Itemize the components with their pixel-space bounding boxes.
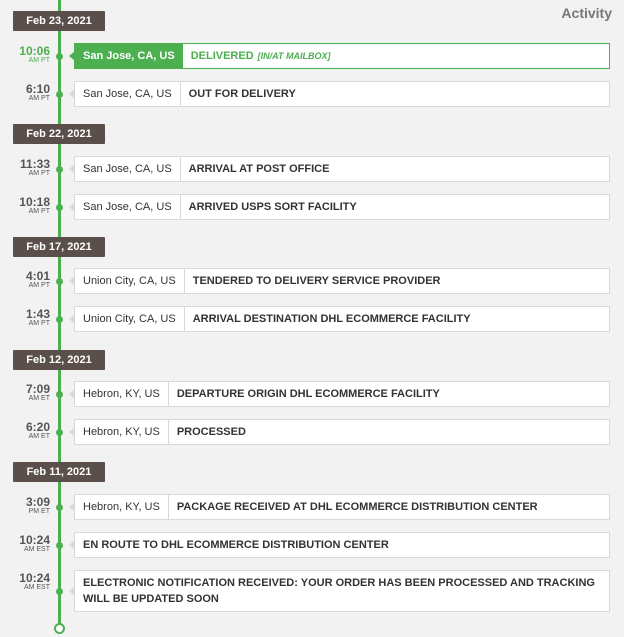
tracking-timeline: Activity Feb 23, 2021 10:06 AM PT San Jose,…	[0, 0, 624, 637]
event-timezone: AM ET	[28, 433, 50, 440]
event-status-text: ARRIVED USPS SORT FACILITY	[188, 201, 357, 213]
tracking-event-card[interactable]: San Jose, CA, US OUT FOR DELIVERY	[69, 81, 610, 107]
tracking-event-card[interactable]: ELECTRONIC NOTIFICATION RECEIVED: YOUR O…	[69, 570, 610, 612]
event-status: TENDERED TO DELIVERY SERVICE PROVIDER	[185, 269, 449, 293]
event-timezone: AM PT	[28, 57, 50, 64]
event-status: DEPARTURE ORIGIN DHL ECOMMERCE FACILITY	[169, 382, 448, 406]
event-status-text: EN ROUTE TO DHL ECOMMERCE DISTRIBUTION C…	[83, 539, 389, 551]
timeline-dot	[56, 391, 63, 398]
event-location: Union City, CA, US	[75, 307, 185, 331]
timeline-dot	[56, 316, 63, 323]
event-time-value: 10:24	[19, 533, 50, 547]
event-status-text: ARRIVAL AT POST OFFICE	[188, 163, 330, 175]
timeline-dot	[56, 53, 63, 60]
event-time-value: 1:43	[25, 307, 50, 321]
tracking-event-card[interactable]: San Jose, CA, US ARRIVED USPS SORT FACILI…	[69, 194, 610, 220]
event-time: 1:43 AM PT	[0, 308, 50, 328]
event-time: 10:24 AM EST	[0, 572, 50, 592]
event-time-value: 10:18	[19, 195, 50, 209]
event-timezone: AM PT	[28, 170, 50, 177]
event-timezone: AM EST	[23, 546, 50, 553]
event-status: ELECTRONIC NOTIFICATION RECEIVED: YOUR O…	[75, 571, 609, 611]
event-time-value: 10:24	[19, 571, 50, 585]
event-status-detail: [IN/AT MAILBOX]	[257, 51, 331, 61]
event-time-value: 6:20	[25, 420, 50, 434]
event-status: ARRIVAL DESTINATION DHL ECOMMERCE FACILI…	[185, 307, 479, 331]
event-location: San Jose, CA, US	[75, 195, 181, 219]
event-status-text: OUT FOR DELIVERY	[188, 88, 296, 100]
activity-heading: Activity	[561, 5, 612, 21]
event-timezone: AM PT	[28, 282, 50, 289]
tracking-event-card[interactable]: Hebron, KY, US PROCESSED	[69, 419, 610, 445]
event-location: Union City, CA, US	[75, 269, 185, 293]
event-time: 3:09 PM ET	[0, 496, 50, 516]
tracking-event-card[interactable]: Union City, CA, US ARRIVAL DESTINATION DH…	[69, 306, 610, 332]
event-time-value: 11:33	[19, 157, 50, 171]
event-status: ARRIVAL AT POST OFFICE	[181, 157, 338, 181]
event-time-value: 10:06	[19, 44, 50, 58]
tracking-event-card[interactable]: Hebron, KY, US PACKAGE RECEIVED AT DHL EC…	[69, 494, 610, 520]
event-time: 10:24 AM EST	[0, 534, 50, 554]
timeline-dot	[56, 429, 63, 436]
event-time: 10:06 AM PT	[0, 45, 50, 65]
event-status-text: PROCESSED	[176, 426, 246, 438]
timeline-dot	[56, 204, 63, 211]
tracking-event-card[interactable]: Hebron, KY, US DEPARTURE ORIGIN DHL ECOMM…	[69, 381, 610, 407]
date-badge: Feb 11, 2021	[13, 462, 105, 482]
tracking-event-card[interactable]: EN ROUTE TO DHL ECOMMERCE DISTRIBUTION C…	[69, 532, 610, 558]
event-time: 7:09 AM ET	[0, 383, 50, 403]
date-badge: Feb 23, 2021	[13, 11, 105, 31]
event-status-text: PACKAGE RECEIVED AT DHL ECOMMERCE DISTRI…	[176, 501, 538, 513]
timeline-dot	[56, 504, 63, 511]
event-location: San Jose, CA, US	[75, 82, 181, 106]
event-status-text: DELIVERED	[190, 50, 254, 62]
tracking-event-card[interactable]: San Jose, CA, US DELIVERED [IN/AT MAILBOX]	[69, 43, 610, 69]
event-time: 11:33 AM PT	[0, 158, 50, 178]
event-status: ARRIVED USPS SORT FACILITY	[181, 195, 365, 219]
event-status: PROCESSED	[169, 420, 254, 444]
tracking-event-card[interactable]: San Jose, CA, US ARRIVAL AT POST OFFICE	[69, 156, 610, 182]
event-timezone: AM EST	[23, 584, 50, 591]
event-location: Hebron, KY, US	[75, 382, 169, 406]
event-time-value: 3:09	[25, 495, 50, 509]
event-time-value: 4:01	[25, 269, 50, 283]
event-time-value: 6:10	[25, 82, 50, 96]
tracking-event-card[interactable]: Union City, CA, US TENDERED TO DELIVERY S…	[69, 268, 610, 294]
event-time: 4:01 AM PT	[0, 270, 50, 290]
event-timezone: PM ET	[28, 508, 50, 515]
timeline-dot	[56, 588, 63, 595]
event-location: Hebron, KY, US	[75, 420, 169, 444]
event-time: 10:18 AM PT	[0, 196, 50, 216]
timeline-dot	[56, 91, 63, 98]
event-status-text: DEPARTURE ORIGIN DHL ECOMMERCE FACILITY	[176, 388, 440, 400]
event-status: EN ROUTE TO DHL ECOMMERCE DISTRIBUTION C…	[75, 533, 397, 557]
event-timezone: AM PT	[28, 95, 50, 102]
date-badge: Feb 17, 2021	[13, 237, 105, 257]
event-status-text: ARRIVAL DESTINATION DHL ECOMMERCE FACILI…	[192, 313, 471, 325]
date-badge: Feb 22, 2021	[13, 124, 105, 144]
timeline-dot	[56, 542, 63, 549]
event-time: 6:20 AM ET	[0, 421, 50, 441]
event-timezone: AM PT	[28, 208, 50, 215]
date-badge: Feb 12, 2021	[13, 350, 105, 370]
event-location: San Jose, CA, US	[75, 44, 183, 68]
event-status-text: TENDERED TO DELIVERY SERVICE PROVIDER	[192, 275, 441, 287]
event-status: OUT FOR DELIVERY	[181, 82, 304, 106]
timeline-dot	[56, 278, 63, 285]
event-timezone: AM PT	[28, 320, 50, 327]
event-status: DELIVERED [IN/AT MAILBOX]	[183, 44, 339, 68]
timeline-end-marker	[54, 623, 65, 634]
timeline-dot	[56, 166, 63, 173]
event-status-text: ELECTRONIC NOTIFICATION RECEIVED: YOUR O…	[83, 577, 595, 605]
event-status: PACKAGE RECEIVED AT DHL ECOMMERCE DISTRI…	[169, 495, 546, 519]
event-time: 6:10 AM PT	[0, 83, 50, 103]
event-timezone: AM ET	[28, 395, 50, 402]
event-location: San Jose, CA, US	[75, 157, 181, 181]
event-time-value: 7:09	[25, 382, 50, 396]
event-location: Hebron, KY, US	[75, 495, 169, 519]
